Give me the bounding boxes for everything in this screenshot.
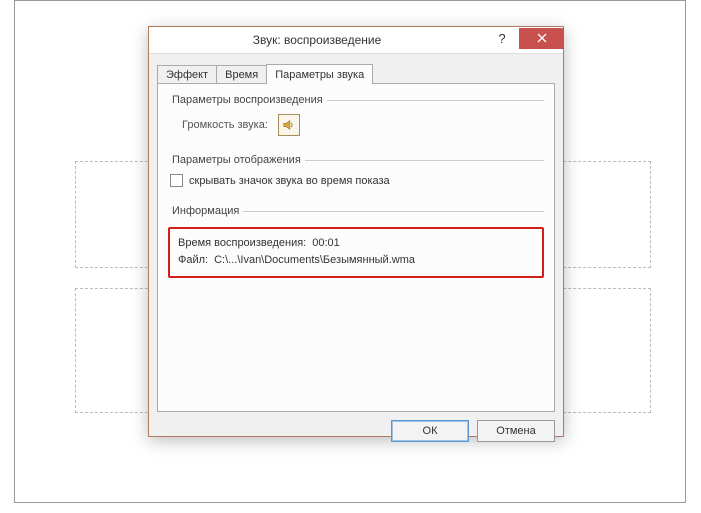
tab-sound-params[interactable]: Параметры звука xyxy=(266,64,373,84)
tab-strip: Эффект Время Параметры звука xyxy=(149,54,563,84)
close-button[interactable] xyxy=(519,28,564,49)
hide-icon-checkbox[interactable] xyxy=(170,174,183,187)
group-info: Информация Время воспроизведения: 00:01 … xyxy=(168,205,544,288)
playtime-value: 00:01 xyxy=(312,235,340,252)
file-value: C:\...\Ivan\Documents\Безымянный.wma xyxy=(214,252,415,269)
sound-playback-dialog: Звук: воспроизведение ? Эффект Время Пар… xyxy=(148,26,564,437)
cancel-button[interactable]: Отмена xyxy=(477,420,555,442)
ok-button[interactable]: ОК xyxy=(391,420,469,442)
info-highlight-box: Время воспроизведения: 00:01 Файл: C:\..… xyxy=(168,227,544,278)
help-button[interactable]: ? xyxy=(485,28,519,49)
speaker-icon xyxy=(282,118,296,132)
group-playback-legend: Параметры воспроизведения xyxy=(168,94,327,106)
titlebar: Звук: воспроизведение ? xyxy=(149,27,563,54)
group-info-legend: Информация xyxy=(168,205,243,217)
tab-content: Параметры воспроизведения Громкость звук… xyxy=(157,84,555,412)
playtime-label: Время воспроизведения: xyxy=(178,235,306,252)
hide-icon-label: скрывать значок звука во время показа xyxy=(189,175,390,187)
button-row: ОК Отмена xyxy=(149,420,563,450)
tab-timing[interactable]: Время xyxy=(216,65,267,84)
group-display-legend: Параметры отображения xyxy=(168,154,305,166)
volume-button[interactable] xyxy=(278,114,300,136)
close-icon xyxy=(537,33,547,43)
volume-label: Громкость звука: xyxy=(182,119,268,131)
dialog-title: Звук: воспроизведение xyxy=(149,33,485,47)
group-playback: Параметры воспроизведения Громкость звук… xyxy=(168,94,544,146)
group-display: Параметры отображения скрывать значок зв… xyxy=(168,154,544,197)
tab-effect[interactable]: Эффект xyxy=(157,65,217,84)
file-label: Файл: xyxy=(178,252,208,269)
